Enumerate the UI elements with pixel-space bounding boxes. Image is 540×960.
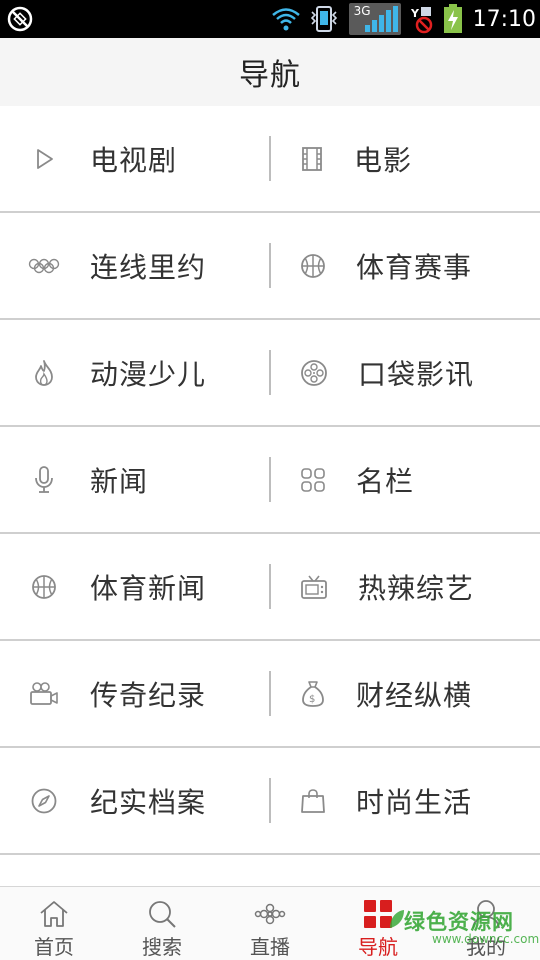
nav-grid: 电视剧 电影 连线里约 体育赛事 动漫少儿 口袋影讯 新闻 名栏 体育新闻 热辣… [0,106,540,885]
nav-item-label: 时尚生活 [356,785,473,819]
nav-row-partial [0,855,540,885]
nav-item-sports-events[interactable]: 体育赛事 [0,213,471,318]
svg-text:$: $ [309,694,315,705]
watermark: 绿色资源网 www.downcc.com [390,904,540,952]
battery-charging-icon [443,4,462,33]
grid-icon [300,464,326,496]
nav-row: 电视剧 电影 [0,106,540,213]
title-bar: 导航 [0,38,540,106]
nav-item-pocket-movie-news[interactable]: 口袋影讯 [0,320,473,425]
vibrate-icon [310,6,337,32]
svg-text:Y: Y [410,7,420,20]
nav-row: 动漫少儿 口袋影讯 [0,320,540,427]
basketball-icon [300,250,326,282]
nav-item-label: 体育赛事 [356,250,473,284]
nav-item-finance[interactable]: $ 财经纵横 [0,641,471,746]
nav-row: 体育新闻 热辣综艺 [0,534,540,641]
data-blocked-icon: Y [410,7,432,34]
film-reel-icon [300,357,328,389]
wifi-icon [271,8,300,31]
network-type-label: 3G [353,4,371,18]
live-knot-icon [253,899,287,929]
tab-label: 直播 [250,935,290,959]
nav-row: 纪实档案 时尚生活 [0,748,540,855]
tab-search[interactable]: 搜索 [108,887,216,960]
nav-row: 传奇纪录 $ 财经纵横 [0,641,540,748]
tv-icon [300,571,328,603]
nav-item-label: 电影 [354,143,413,177]
nav-item-featured-columns[interactable]: 名栏 [0,427,413,532]
watermark-url: www.downcc.com [432,932,540,946]
tab-label: 搜索 [142,935,182,959]
nav-item-label: 口袋影讯 [358,357,475,391]
film-icon [300,143,324,175]
shopping-bag-icon [300,785,326,817]
nav-item-label: 名栏 [356,464,415,498]
nav-item-label: 热辣综艺 [358,571,475,605]
signal-3g-indicator: 3G [348,3,401,35]
tab-live[interactable]: 直播 [216,887,324,960]
status-bar: 3G Y 17:10 [0,0,540,38]
clock: 17:10 [472,6,536,32]
nav-item-movie[interactable]: 电影 [0,106,411,211]
tab-home[interactable]: 首页 [0,887,108,960]
nav-item-fashion-life[interactable]: 时尚生活 [0,748,471,853]
page-title: 导航 [239,58,301,93]
nav-item-variety-shows[interactable]: 热辣综艺 [0,534,473,639]
nav-item-label: 财经纵横 [356,678,473,712]
tab-label: 首页 [34,935,74,959]
money-bag-icon: $ [300,678,326,710]
search-icon [145,899,179,929]
nav-row: 新闻 名栏 [0,427,540,534]
nav-row: 连线里约 体育赛事 [0,213,540,320]
home-icon [37,899,71,929]
no-sim-icon [7,6,33,32]
